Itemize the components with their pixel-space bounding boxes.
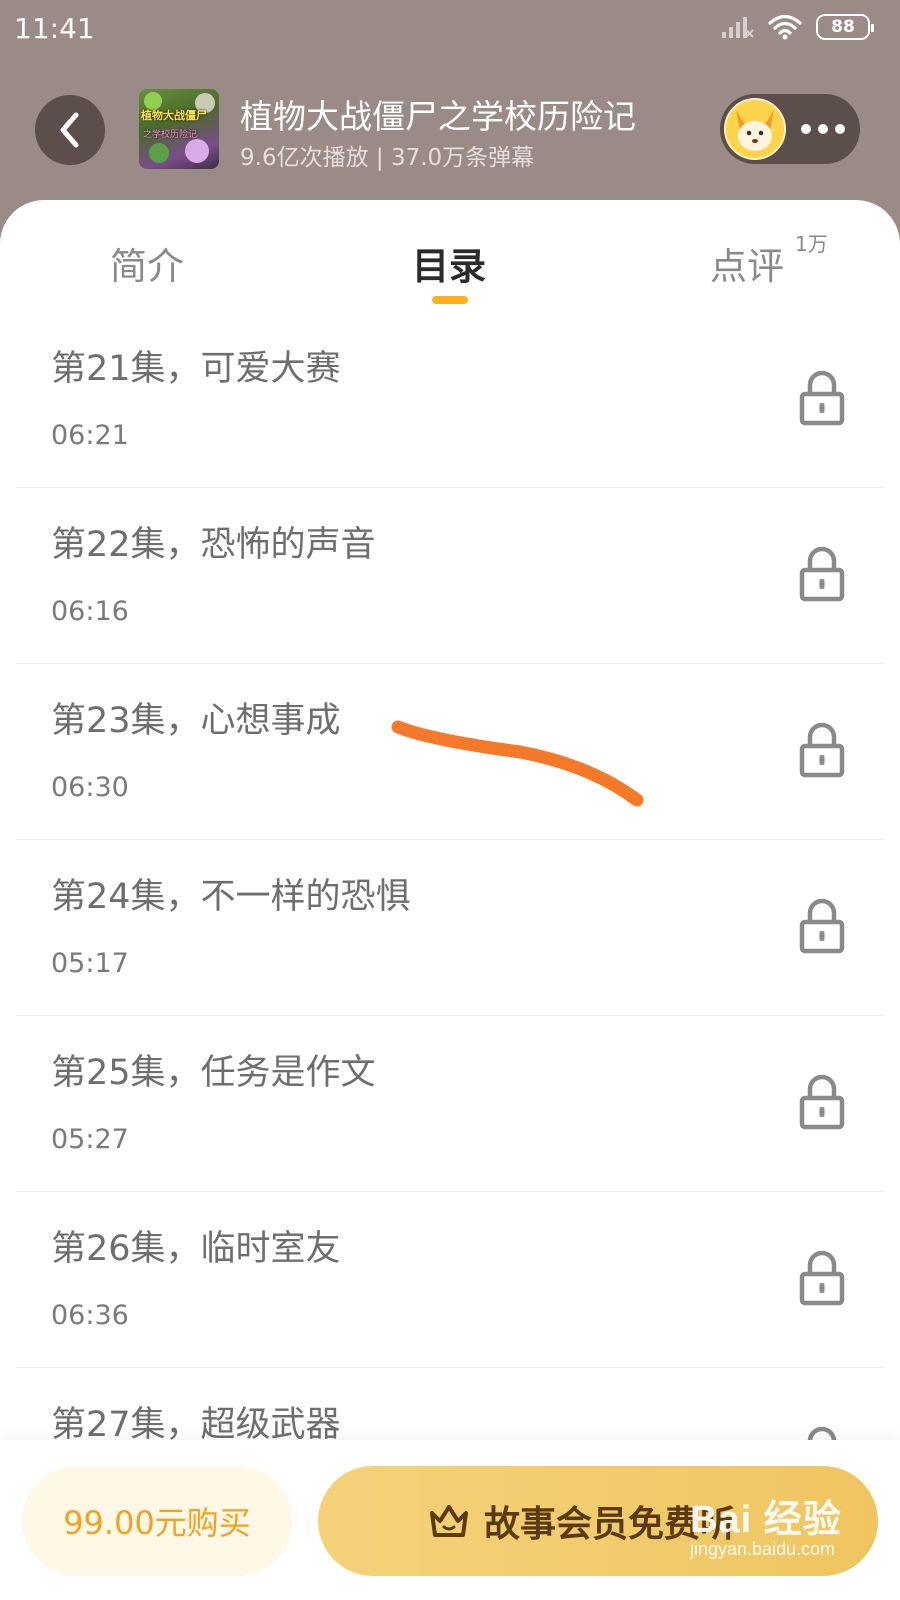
status-time: 11:41: [14, 12, 95, 45]
episode-list: 第21集，可爱大赛 06:21 第22集，恐怖的声音 06:16 第23集，心想…: [16, 312, 884, 1544]
signal-icon: [722, 17, 754, 38]
episode-title: 第22集，恐怖的声音: [51, 525, 376, 565]
episode-title: 第26集，临时室友: [51, 1229, 341, 1269]
cover-subtitle: 之学校历险记: [143, 130, 198, 140]
header: 植物大战僵尸 之学校历险记 植物大战僵尸之学校历险记 9.6亿次播放 | 37.…: [0, 62, 900, 202]
wifi-icon: [768, 14, 802, 40]
member-button-label: 故事会员免费听: [484, 1504, 737, 1545]
review-count-badge: 1万: [795, 232, 828, 256]
episode-item[interactable]: 第26集，临时室友 06:36: [16, 1192, 884, 1368]
buy-button[interactable]: 99.00元购买: [22, 1466, 292, 1576]
episode-duration: 05:27: [51, 1124, 129, 1155]
bottom-action-bar: 99.00元购买 故事会员免费听: [0, 1440, 900, 1600]
lock-icon: [799, 546, 845, 602]
crown-icon: [430, 1505, 468, 1537]
episode-item[interactable]: 第22集，恐怖的声音 06:16: [16, 488, 884, 664]
lock-icon: [799, 1074, 845, 1130]
episode-title: 第21集，可爱大赛: [51, 349, 341, 389]
mascot-avatar[interactable]: [724, 98, 786, 160]
cover-image[interactable]: 植物大战僵尸 之学校历险记: [139, 89, 219, 169]
episode-duration: 06:36: [51, 1300, 129, 1331]
episode-duration: 06:30: [51, 772, 129, 803]
episode-title: 第24集，不一样的恐惧: [51, 877, 411, 917]
battery-icon: 88: [816, 14, 874, 40]
more-options-button[interactable]: [786, 124, 860, 134]
episode-item[interactable]: 第21集，可爱大赛 06:21: [16, 312, 884, 488]
tab-intro[interactable]: 简介: [110, 236, 184, 290]
episode-item[interactable]: 第23集，心想事成 06:30: [16, 664, 884, 840]
content-sheet: 简介 目录 点评 1万 第21集，可爱大赛 06:21 第22集，恐怖的声音 0…: [0, 200, 900, 1600]
lock-icon: [799, 898, 845, 954]
member-free-listen-button[interactable]: 故事会员免费听: [318, 1466, 878, 1576]
episode-duration: 06:16: [51, 596, 129, 627]
play-stats: 9.6亿次播放 | 37.0万条弹幕: [240, 145, 535, 171]
active-tab-indicator: [432, 296, 468, 304]
status-icons: 88: [720, 14, 874, 40]
cover-title: 植物大战僵尸: [141, 109, 207, 122]
page-title: 植物大战僵尸之学校历险记: [240, 97, 636, 136]
chevron-left-icon: [60, 112, 79, 148]
lock-icon: [799, 1250, 845, 1306]
episode-item[interactable]: 第25集，任务是作文 05:27: [16, 1016, 884, 1192]
more-dot-icon: [818, 124, 828, 134]
more-dot-icon: [835, 124, 845, 134]
status-bar: 11:41 88: [0, 0, 900, 62]
episode-item[interactable]: 第24集，不一样的恐惧 05:17: [16, 840, 884, 1016]
lock-icon: [799, 722, 845, 778]
tab-catalog[interactable]: 目录: [412, 236, 486, 290]
episode-duration: 05:17: [51, 948, 129, 979]
more-dot-icon: [801, 124, 811, 134]
episode-duration: 06:21: [51, 420, 129, 451]
episode-title: 第23集，心想事成: [51, 701, 341, 741]
episode-title: 第25集，任务是作文: [51, 1053, 376, 1093]
fox-mascot-icon: [736, 110, 774, 151]
back-button[interactable]: [35, 95, 105, 165]
tab-review[interactable]: 点评: [710, 236, 784, 290]
lock-icon: [799, 370, 845, 426]
tab-bar: 简介 目录 点评 1万: [0, 200, 900, 310]
header-actions: [720, 94, 860, 164]
